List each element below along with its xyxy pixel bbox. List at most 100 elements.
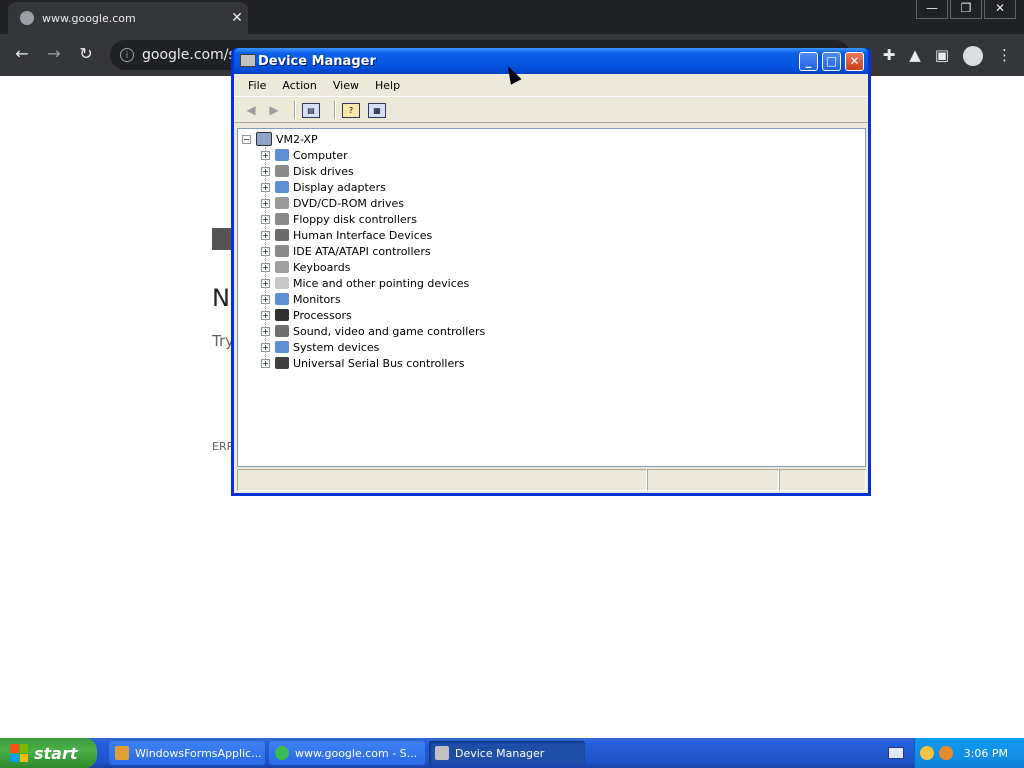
tree-item-label: Processors (293, 308, 352, 322)
back-icon[interactable]: ◀ (242, 102, 260, 118)
menu-bar: File Action View Help (234, 74, 868, 97)
reload-icon[interactable]: ↻ (76, 44, 96, 63)
labs-icon[interactable]: ▲ (909, 46, 921, 66)
profile-avatar-icon[interactable] (963, 46, 983, 66)
status-pane (647, 469, 779, 491)
expand-icon[interactable]: + (261, 278, 270, 288)
browser-icon (275, 746, 289, 760)
taskbar: start WindowsFormsApplic... www.google.c… (0, 738, 1024, 768)
task-device-manager[interactable]: Device Manager (429, 741, 585, 765)
start-label: start (34, 743, 78, 763)
window-title: Device Manager (258, 54, 376, 69)
system-tray: 3:06 PM (914, 738, 1024, 768)
expand-icon[interactable]: + (261, 182, 270, 192)
tree-item[interactable]: + DVD/CD-ROM drives (261, 195, 404, 211)
menu-action[interactable]: Action (274, 79, 324, 92)
ide-controller-icon (275, 245, 289, 257)
tree-item[interactable]: + Floppy disk controllers (261, 211, 417, 227)
close-icon[interactable]: ✕ (984, 0, 1016, 19)
search-icon[interactable] (938, 746, 953, 760)
maximize-button[interactable]: □ (822, 52, 841, 71)
toolbar: ◀ ▶ ▤ ? ▦ (234, 98, 868, 123)
status-bar (237, 469, 866, 491)
side-panel-icon[interactable]: ▣ (935, 46, 949, 66)
help-icon[interactable]: ▦ (368, 102, 386, 118)
tree-item-label: Monitors (293, 292, 341, 306)
browser-actions: ✚ ▲ ▣ ⋮ (883, 46, 1012, 66)
expand-icon[interactable]: + (261, 230, 270, 240)
title-bar[interactable]: Device Manager _ □ ✕ (234, 48, 868, 74)
expand-icon[interactable]: + (261, 326, 270, 336)
tree-item[interactable]: + Display adapters (261, 179, 386, 195)
restore-icon[interactable]: ❐ (950, 0, 982, 19)
disk-drive-icon (275, 165, 289, 177)
close-tab-icon[interactable]: ✕ (226, 10, 248, 26)
tree-item-label: Mice and other pointing devices (293, 276, 470, 290)
collapse-icon[interactable]: − (242, 134, 251, 144)
tray-app-icon[interactable] (919, 746, 934, 760)
tree-item-label: Keyboards (293, 260, 351, 274)
menu-icon[interactable]: ⋮ (997, 46, 1012, 66)
tree-item[interactable]: + IDE ATA/ATAPI controllers (261, 243, 431, 259)
tree-item[interactable]: + Human Interface Devices (261, 227, 432, 243)
task-label: WindowsFormsApplic... (135, 746, 262, 760)
close-button[interactable]: ✕ (845, 52, 864, 71)
expand-icon[interactable]: + (261, 358, 270, 368)
back-icon[interactable]: ← (12, 44, 32, 63)
expand-icon[interactable]: + (261, 294, 270, 304)
tree-item[interactable]: + Disk drives (261, 163, 354, 179)
tree-item[interactable]: + Monitors (261, 291, 341, 307)
computer-icon (275, 149, 289, 161)
dvd-drive-icon (275, 197, 289, 209)
tree-item[interactable]: + Sound, video and game controllers (261, 323, 485, 339)
tree-item[interactable]: + System devices (261, 339, 379, 355)
tree-item-label: System devices (293, 340, 380, 354)
expand-icon[interactable]: + (261, 310, 270, 320)
minimize-icon[interactable]: — (916, 0, 948, 19)
show-hide-console-tree-icon[interactable]: ▤ (302, 102, 320, 118)
page-heading: N (212, 284, 230, 312)
forward-icon[interactable]: ▶ (265, 102, 283, 118)
tree-item[interactable]: + Keyboards (261, 259, 350, 275)
window-client: File Action View Help ◀ ▶ ▤ ? ▦ − VM2-XP… (234, 74, 868, 493)
tree-item[interactable]: + Mice and other pointing devices (261, 275, 469, 291)
tree-item[interactable]: + Processors (261, 307, 352, 323)
expand-icon[interactable]: + (261, 166, 270, 176)
system-device-icon (275, 341, 289, 353)
menu-file[interactable]: File (240, 79, 274, 92)
expand-icon[interactable]: + (261, 246, 270, 256)
processor-icon (275, 309, 289, 321)
device-manager-window: Device Manager _ □ ✕ File Action View He… (231, 48, 871, 496)
expand-icon[interactable]: + (261, 150, 270, 160)
expand-icon[interactable]: + (261, 262, 270, 272)
menu-help[interactable]: Help (367, 79, 408, 92)
forward-icon[interactable]: → (44, 44, 64, 63)
expand-icon[interactable]: + (261, 214, 270, 224)
menu-view[interactable]: View (325, 79, 367, 92)
device-tree[interactable]: − VM2-XP + Computer + Disk drives + Display a… (237, 128, 866, 467)
expand-icon[interactable]: + (261, 198, 270, 208)
start-button[interactable]: start (0, 738, 97, 768)
keyboard-layout-icon[interactable] (888, 747, 904, 759)
globe-icon (20, 11, 34, 25)
tree-item-label: Universal Serial Bus controllers (293, 356, 465, 370)
properties-icon[interactable]: ? (342, 102, 360, 118)
address-text: google.com/se (142, 47, 245, 63)
browser-tab-title: www.google.com (42, 11, 136, 25)
site-info-icon[interactable]: i (120, 48, 134, 62)
task-label: www.google.com - S... (295, 746, 418, 760)
tree-root[interactable]: − VM2-XP (242, 131, 318, 147)
tree-item[interactable]: + Universal Serial Bus controllers (261, 355, 464, 371)
tree-item[interactable]: + Computer (261, 147, 348, 163)
task-browser[interactable]: www.google.com - S... (269, 741, 425, 765)
tree-item-label: Disk drives (293, 164, 354, 178)
browser-tab[interactable]: www.google.com ✕ (8, 2, 248, 34)
expand-icon[interactable]: + (261, 342, 270, 352)
display-adapter-icon (275, 181, 289, 193)
clock[interactable]: 3:06 PM (964, 747, 1008, 760)
minimize-button[interactable]: _ (799, 52, 818, 71)
tree-item-label: Floppy disk controllers (293, 212, 417, 226)
task-forms-app[interactable]: WindowsFormsApplic... (109, 741, 265, 765)
device-manager-icon (435, 746, 449, 760)
extension-icon[interactable]: ✚ (883, 46, 896, 66)
